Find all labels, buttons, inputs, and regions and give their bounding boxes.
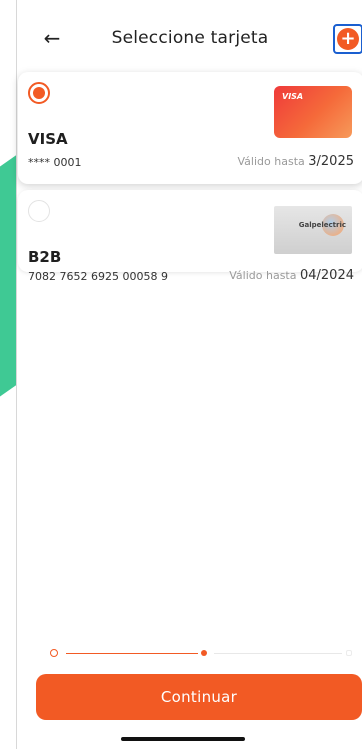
add-card-button[interactable]: + [333,24,362,54]
step-line-complete [66,653,198,654]
progress-stepper [16,648,362,658]
step-dot-current [201,650,207,656]
card-item-visa[interactable]: VISA VISA **** 0001 Válido hasta 3/2025 [18,72,362,184]
card-radio-unselected[interactable] [28,200,50,222]
step-dot-last [346,650,352,656]
header: ← Seleccione tarjeta + [17,20,362,56]
page-title: Seleccione tarjeta [111,28,269,48]
visa-card-image: VISA [274,86,352,138]
continue-button[interactable]: Continuar [36,674,362,720]
step-dot-first [50,649,58,657]
card-expiry: Válido hasta 3/2025 [238,154,354,169]
step-line-pending [214,653,342,654]
card-expiry-value: 04/2024 [299,268,354,283]
card-expiry-label: Válido hasta [229,269,297,282]
card-name: B2B [28,248,62,266]
card-expiry-label: Válido hasta [237,155,305,168]
card-number: 7082 7652 6925 00058 9 [28,270,168,283]
plus-circle-icon: + [337,28,359,50]
home-indicator [121,737,245,741]
galp-card-image: Galpelectric [274,206,352,254]
card-expiry-value: 3/2025 [308,154,354,169]
card-number: **** 0001 [28,156,82,169]
card-radio-selected[interactable] [28,82,50,104]
card-item-b2b[interactable]: Galpelectric B2B 7082 7652 6925 00058 9 … [18,190,362,283]
visa-brand-text: VISA [282,92,304,101]
card-expiry: Válido hasta 04/2024 [229,268,354,283]
card-name: VISA [28,130,68,148]
galp-brand-text: Galpelectric [298,221,346,229]
